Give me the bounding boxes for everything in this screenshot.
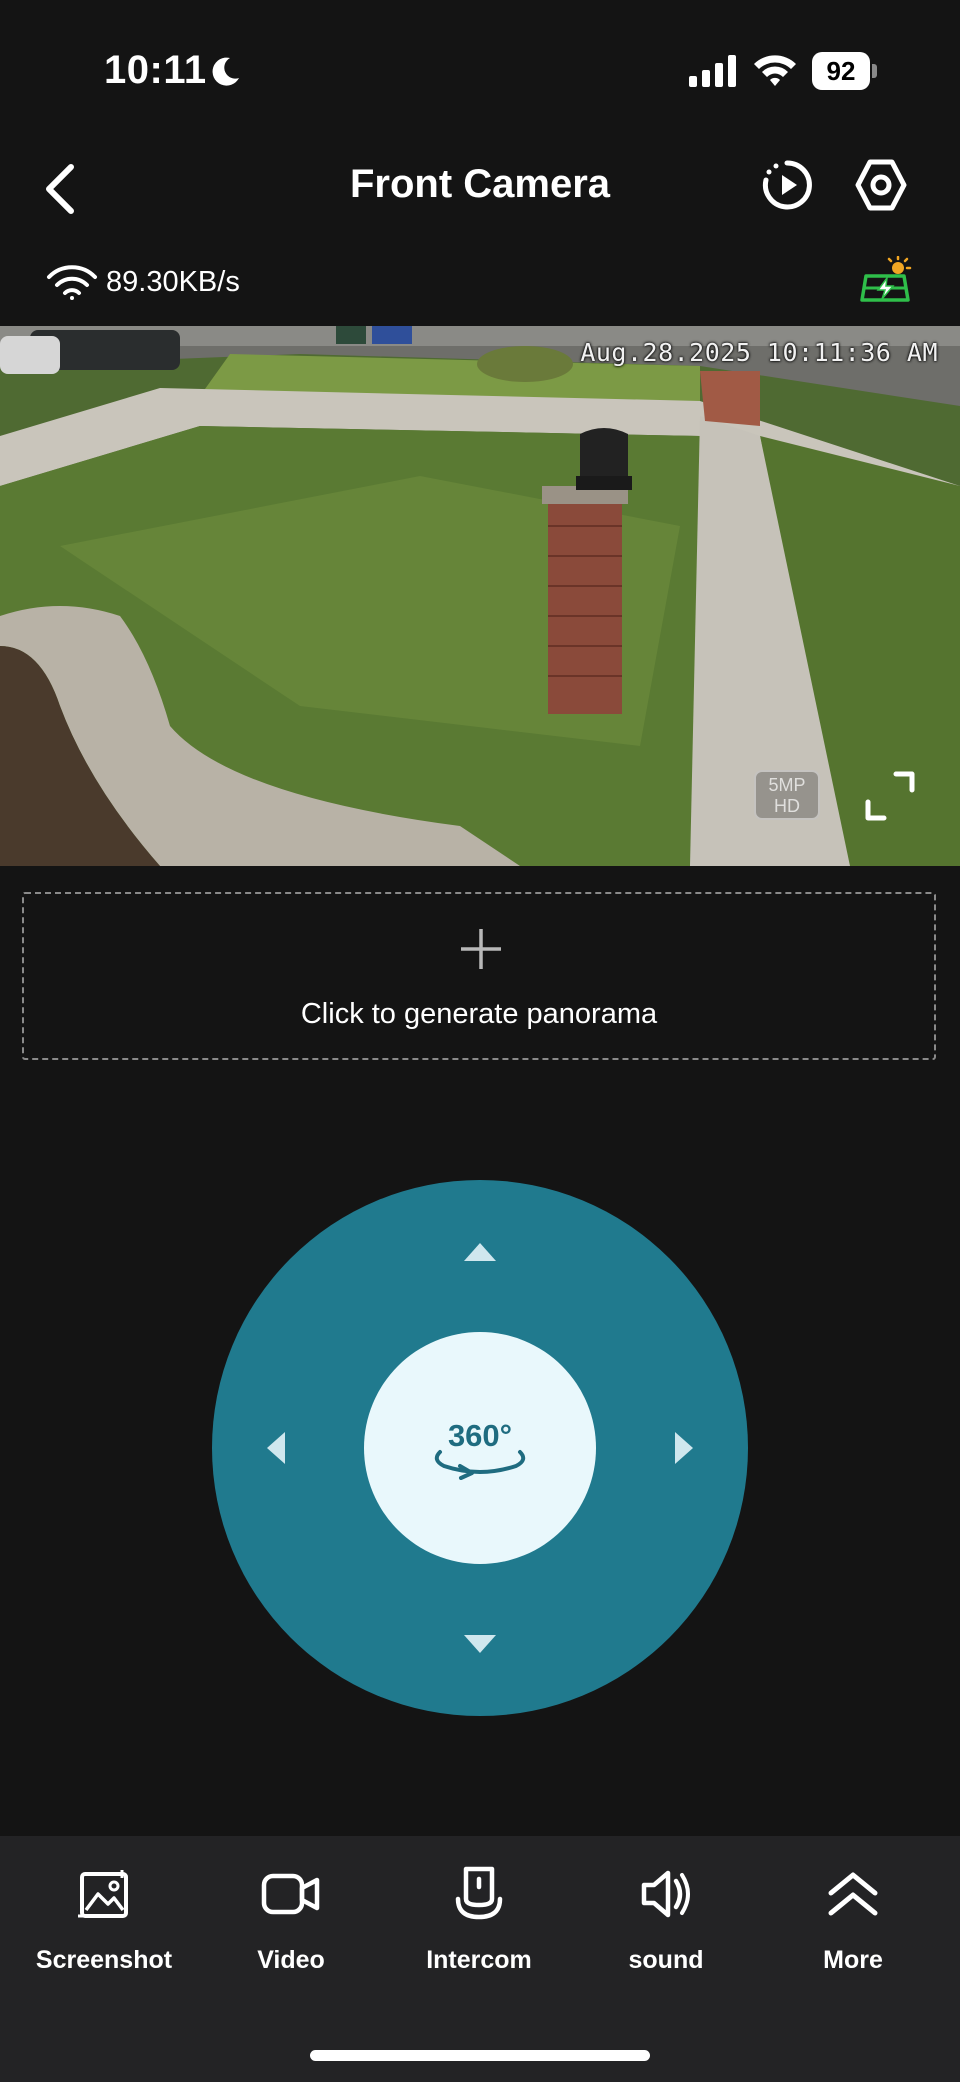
pan-up-button[interactable] (446, 1232, 514, 1272)
plus-icon (461, 929, 501, 969)
pan-right-button[interactable] (664, 1414, 704, 1482)
playback-button[interactable] (752, 150, 822, 220)
app-header: Front Camera (0, 140, 960, 240)
video-record-button[interactable]: Video (198, 1864, 384, 1984)
battery-indicator: 92 (812, 52, 877, 90)
generate-panorama-button[interactable]: Click to generate panorama (22, 892, 936, 1060)
video-camera-icon (261, 1873, 320, 1915)
battery-level: 92 (812, 52, 870, 90)
screenshot-icon (78, 1870, 128, 1918)
rotate-arrow-icon (434, 1450, 526, 1480)
screenshot-label: Screenshot (35, 1946, 173, 1974)
quality-line-2: HD (774, 796, 800, 816)
pan-down-button[interactable] (446, 1624, 514, 1664)
panorama-label: Click to generate panorama (300, 998, 658, 1030)
home-indicator[interactable] (310, 2050, 650, 2061)
sound-button[interactable]: sound (573, 1864, 759, 1984)
double-chevron-up-icon (828, 1872, 878, 1916)
bottom-toolbar: Screenshot Video Intercom sound More (0, 1836, 960, 2082)
resolution-toggle[interactable]: 5MP HD (754, 770, 820, 820)
screenshot-button[interactable]: Screenshot (11, 1864, 197, 1984)
status-time: 10:11 (104, 48, 207, 92)
battery-nub (872, 64, 877, 78)
info-row: 89.30KB/s (0, 252, 960, 312)
triangle-up-icon (464, 1243, 496, 1261)
triangle-right-icon (675, 1432, 693, 1464)
triangle-left-icon (267, 1432, 285, 1464)
live-video-feed[interactable]: Aug.28.2025 10:11:36 AM 5MP HD (0, 326, 960, 866)
settings-button[interactable] (846, 150, 916, 220)
speaker-icon (641, 1870, 690, 1918)
quality-line-1: 5MP (768, 775, 806, 795)
moon-icon (212, 57, 239, 86)
pan-left-button[interactable] (256, 1414, 296, 1482)
sound-label: sound (628, 1946, 704, 1974)
hexagon-settings-icon (855, 159, 907, 211)
video-timestamp: Aug.28.2025 10:11:36 AM (580, 338, 938, 367)
ptz-control-pad: 360° (212, 1180, 748, 1716)
status-bar: 10:11 92 (0, 0, 960, 140)
wifi-status-icon (754, 55, 796, 86)
triangle-down-icon (464, 1635, 496, 1653)
video-label: Video (257, 1946, 325, 1974)
more-label: More (823, 1946, 883, 1974)
rotate-360-button[interactable]: 360° (364, 1332, 596, 1564)
more-button[interactable]: More (760, 1864, 946, 1984)
wifi-icon (47, 265, 97, 300)
intercom-label: Intercom (426, 1946, 532, 1974)
network-speed: 89.30KB/s (106, 266, 240, 298)
playback-icon (762, 160, 812, 210)
solar-charging-icon (860, 256, 912, 302)
intercom-icon (455, 1866, 503, 1920)
cellular-signal-icon (689, 55, 736, 87)
intercom-button[interactable]: Intercom (386, 1864, 572, 1984)
fullscreen-icon[interactable] (860, 766, 920, 826)
